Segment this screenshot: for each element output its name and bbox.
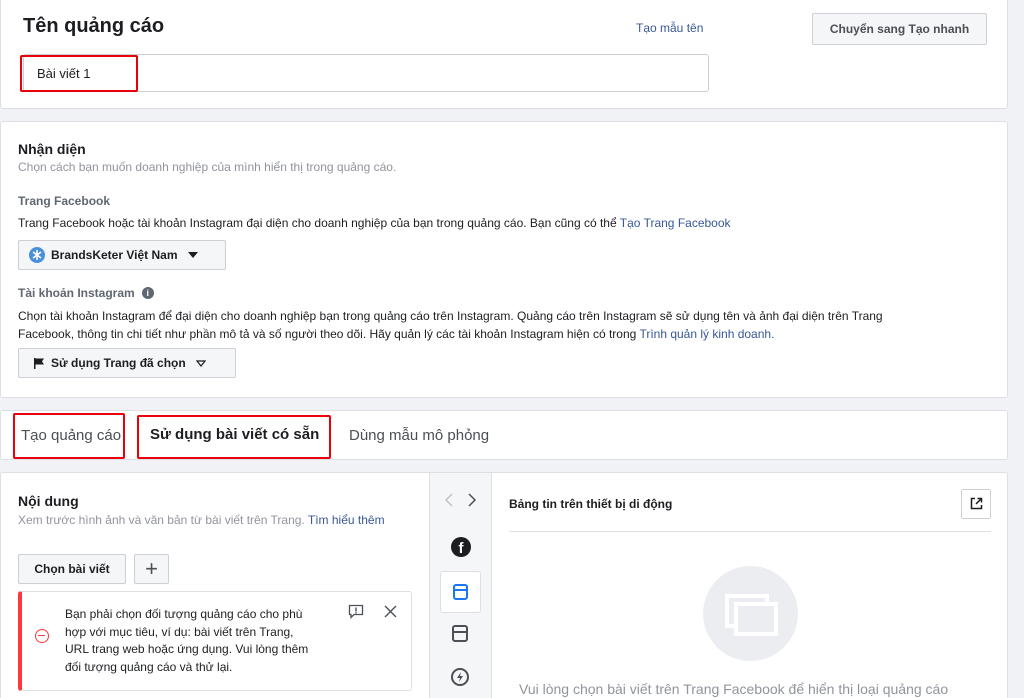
- preview-divider: [509, 531, 991, 532]
- selected-instagram-option: Sử dụng Trang đã chọn: [51, 356, 186, 370]
- page-avatar-icon: [29, 247, 45, 263]
- content-title: Nội dung: [18, 493, 79, 509]
- stories-icon[interactable]: [452, 625, 468, 642]
- creative-source-tabs: Tạo quảng cáo Sử dụng bài viết có sẵn Dù…: [0, 410, 1008, 460]
- empty-preview-icon: [703, 566, 798, 661]
- ad-name-card: Tên quảng cáo Tạo mẫu tên Chuyển sang Tạ…: [0, 0, 1008, 109]
- content-subtitle: Xem trước hình ảnh và văn bản từ bài viế…: [18, 513, 385, 527]
- tab-create-ad[interactable]: Tạo quảng cáo: [21, 427, 121, 444]
- report-feedback-icon[interactable]: [348, 604, 364, 624]
- identity-card: Nhận diện Chọn cách bạn muốn doanh nghiệ…: [0, 121, 1008, 398]
- tab-use-existing-post[interactable]: Sử dụng bài viết có sẵn: [150, 426, 319, 443]
- ad-name-title: Tên quảng cáo: [23, 15, 165, 37]
- plus-icon: +: [145, 556, 158, 581]
- identity-subtitle: Chọn cách bạn muốn doanh nghiệp của mình…: [18, 160, 397, 174]
- preview-title: Bảng tin trên thiết bị di động: [509, 497, 673, 511]
- placement-feed-selected[interactable]: [440, 571, 481, 613]
- flag-icon: [33, 357, 45, 370]
- create-name-template-link[interactable]: Tạo mẫu tên: [636, 21, 703, 35]
- facebook-page-label: Trang Facebook: [18, 194, 111, 208]
- caret-down-icon: [187, 252, 198, 258]
- ad-name-input[interactable]: Bài viết 1: [23, 54, 709, 92]
- tab-use-mockup[interactable]: Dùng mẫu mô phỏng: [349, 427, 489, 444]
- learn-more-link[interactable]: Tìm hiểu thêm: [308, 513, 385, 527]
- error-minus-circle-icon: [35, 629, 49, 643]
- error-alert: Bạn phải chọn đối tượng quảng cáo cho ph…: [18, 591, 412, 691]
- caret-down-outline-icon: [195, 359, 206, 367]
- preview-placement-rail: f: [429, 473, 492, 698]
- feed-icon: [453, 584, 468, 600]
- switch-quick-create-button[interactable]: Chuyển sang Tạo nhanh: [812, 13, 987, 45]
- chevron-left-icon[interactable]: [444, 493, 454, 512]
- instagram-account-label: Tài khoản Instagram i: [18, 286, 154, 300]
- messenger-icon[interactable]: [451, 668, 469, 686]
- info-icon[interactable]: i: [141, 287, 154, 299]
- facebook-page-description: Trang Facebook hoặc tài khoản Instagram …: [18, 216, 731, 230]
- business-manager-link[interactable]: Trình quản lý kinh doanh.: [639, 327, 774, 341]
- content-card: Nội dung Xem trước hình ảnh và văn bản t…: [0, 472, 1008, 698]
- choose-post-button[interactable]: Chọn bài viết: [18, 554, 126, 584]
- external-link-icon: [970, 497, 983, 515]
- empty-preview-message: Vui lòng chọn bài viết trên Trang Facebo…: [519, 681, 949, 697]
- add-post-button[interactable]: +: [134, 554, 169, 584]
- facebook-icon[interactable]: f: [451, 537, 471, 557]
- error-message: Bạn phải chọn đối tượng quảng cáo cho ph…: [65, 607, 309, 674]
- facebook-page-dropdown[interactable]: BrandsKeter Việt Nam: [18, 240, 226, 270]
- identity-title: Nhận diện: [18, 141, 86, 157]
- instagram-account-dropdown[interactable]: Sử dụng Trang đã chọn: [18, 348, 236, 378]
- selected-page-name: BrandsKeter Việt Nam: [51, 248, 178, 262]
- open-preview-button[interactable]: [961, 489, 991, 519]
- ad-name-input-value: Bài viết 1: [37, 66, 91, 81]
- create-facebook-page-link[interactable]: Tạo Trang Facebook: [620, 216, 731, 230]
- instagram-account-description: Chọn tài khoản Instagram để đại diện cho…: [18, 309, 883, 341]
- close-icon[interactable]: [384, 605, 397, 623]
- chevron-right-icon[interactable]: [467, 493, 477, 512]
